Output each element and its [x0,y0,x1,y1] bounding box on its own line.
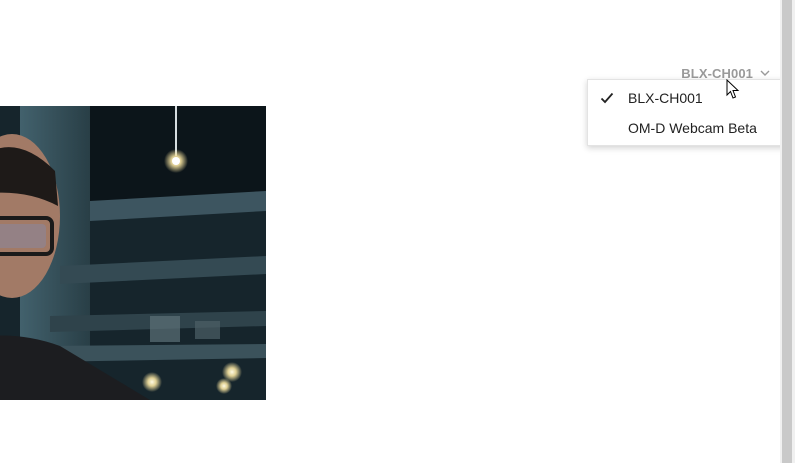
webcam-preview [0,106,266,400]
chevron-down-icon [760,70,770,76]
camera-dropdown-menu: BLX-CH001 OM-D Webcam Beta [587,79,795,146]
menu-item-label: OM-D Webcam Beta [628,120,757,136]
menu-item-om-d-webcam-beta[interactable]: OM-D Webcam Beta [588,113,795,143]
scrollbar-thumb[interactable] [782,0,792,463]
check-icon [600,92,614,104]
menu-item-blx-ch001[interactable]: BLX-CH001 [588,83,795,113]
camera-settings-page: BLX-CH001 BLX-CH001 OM-D Webcam Beta [0,0,795,463]
webcam-frame-image [0,106,266,400]
menu-item-label: BLX-CH001 [628,90,703,106]
vertical-scrollbar[interactable] [780,0,795,463]
